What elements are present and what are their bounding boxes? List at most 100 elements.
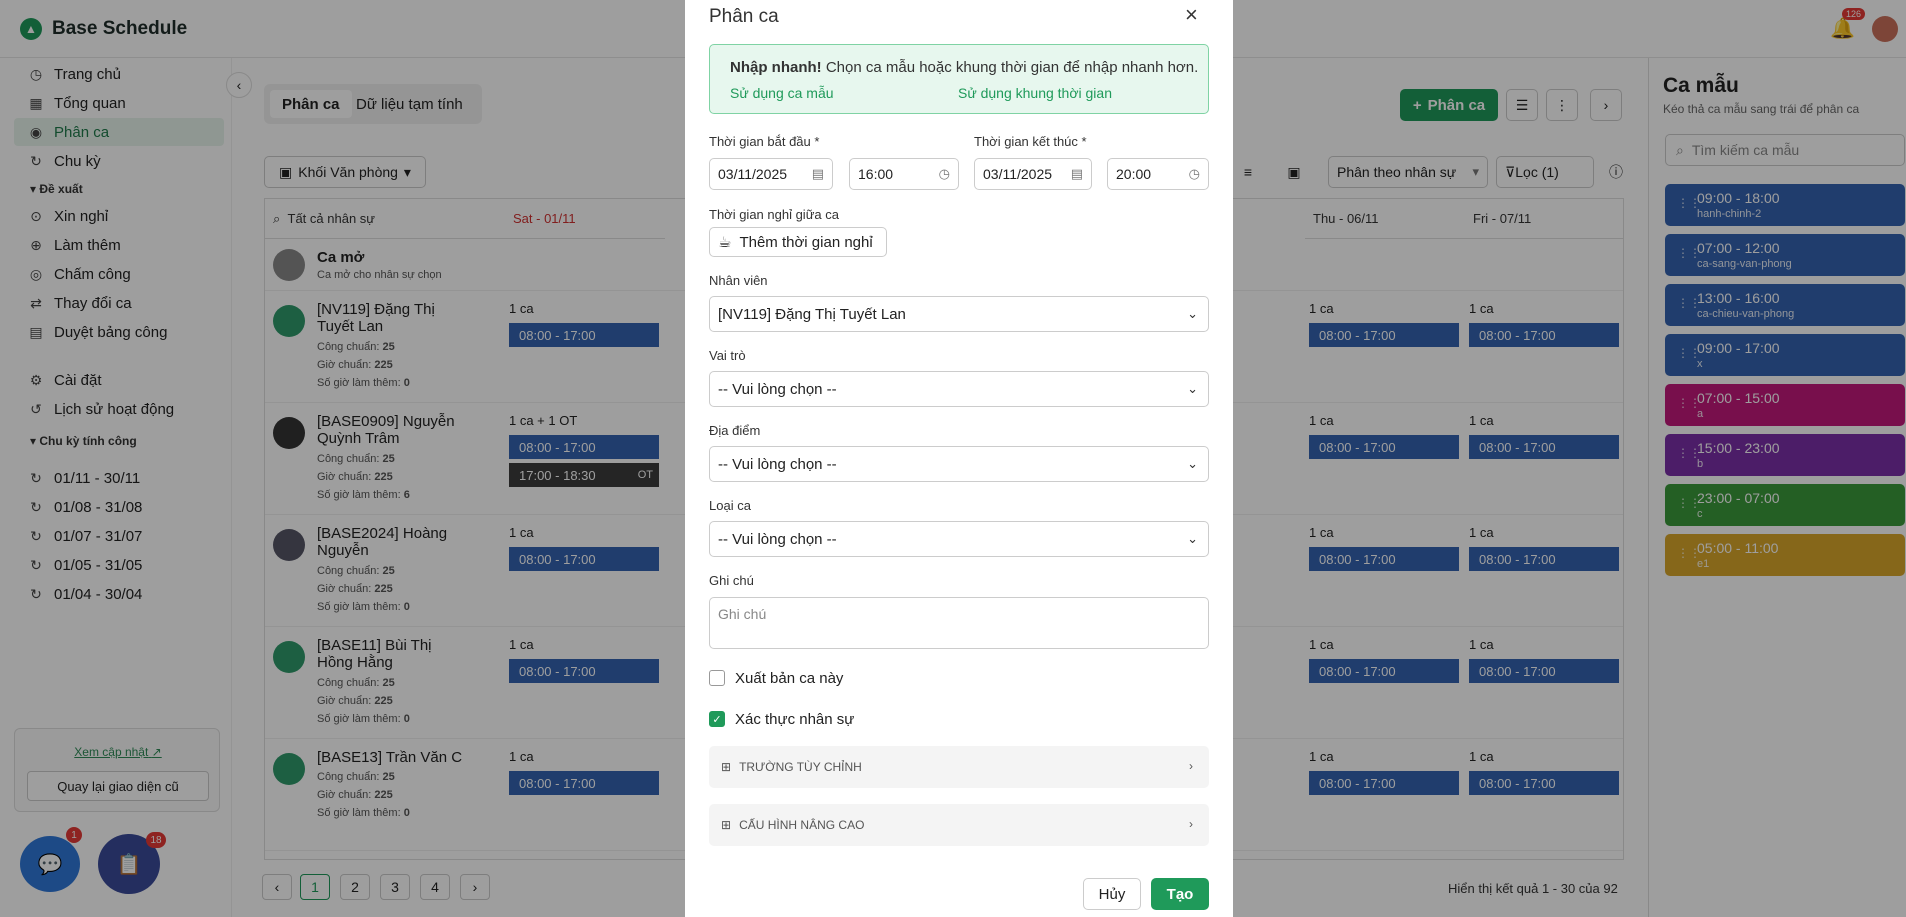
filter-button[interactable]: ⊽ Lọc (1) bbox=[1496, 156, 1594, 188]
note-textarea[interactable]: Ghi chú bbox=[709, 597, 1209, 649]
office-filter[interactable]: ▣ Khối Văn phòng ▾ bbox=[264, 156, 426, 188]
template-item[interactable]: ⋮⋮ 07:00 - 15:00 a bbox=[1665, 384, 1905, 426]
employee-name[interactable]: [BASE13] Trần Văn C bbox=[317, 749, 467, 766]
cycle-item[interactable]: ↻ 01/05 - 31/05 bbox=[14, 551, 224, 579]
cycle-item[interactable]: ↻ 01/07 - 31/07 bbox=[14, 522, 224, 550]
shift-block[interactable]: 08:00 - 17:00 bbox=[509, 547, 659, 571]
location-select[interactable]: -- Vui lòng chọn -- ⌄ bbox=[709, 446, 1209, 482]
verify-checkbox[interactable]: ✓ bbox=[709, 711, 725, 727]
user-avatar[interactable] bbox=[1872, 16, 1898, 42]
add-break-button[interactable]: ☕ Thêm thời gian nghỉ bbox=[709, 227, 887, 257]
sidebar-item-cycle[interactable]: ↻ Chu kỳ bbox=[14, 147, 224, 175]
template-item[interactable]: ⋮⋮ 13:00 - 16:00 ca-chieu-van-phong bbox=[1665, 284, 1905, 326]
custom-fields-accordion[interactable]: ⊞ TRƯỜNG TÙY CHỈNH › bbox=[709, 746, 1209, 788]
employee-name[interactable]: [BASE2024] Hoàng Nguyễn bbox=[317, 525, 467, 559]
shift-block[interactable]: 08:00 - 17:00 bbox=[1309, 547, 1459, 571]
employee-name[interactable]: [BASE11] Bùi Thị Hồng Hằng bbox=[317, 637, 467, 671]
employee-name[interactable]: [NV119] Đặng Thị Tuyết Lan bbox=[317, 301, 467, 335]
tab-shift[interactable]: Phân ca bbox=[270, 90, 352, 118]
section-propose[interactable]: ▾ Đề xuất bbox=[30, 182, 83, 196]
page-3[interactable]: 3 bbox=[380, 874, 410, 900]
calendar-icon: ▣ bbox=[1287, 163, 1301, 180]
shift-block[interactable]: 08:00 - 17:00 bbox=[509, 435, 659, 459]
template-item[interactable]: ⋮⋮ 09:00 - 17:00 x bbox=[1665, 334, 1905, 376]
cycle-item[interactable]: ↻ 01/04 - 30/04 bbox=[14, 580, 224, 608]
page-4[interactable]: 4 bbox=[420, 874, 450, 900]
shift-block[interactable]: 08:00 - 17:00 bbox=[509, 771, 659, 795]
cycle-item[interactable]: ↻ 01/11 - 30/11 bbox=[14, 464, 224, 492]
sidebar-item-home[interactable]: ◷ Trang chủ bbox=[14, 60, 224, 88]
shift-block[interactable]: 08:00 - 17:00 bbox=[1469, 547, 1619, 571]
shift-block[interactable]: 08:00 - 17:00 bbox=[1309, 435, 1459, 459]
group-by-select[interactable]: Phân theo nhân sự ▾ bbox=[1328, 156, 1488, 188]
template-item[interactable]: ⋮⋮ 07:00 - 12:00 ca-sang-van-phong bbox=[1665, 234, 1905, 276]
chat-button[interactable]: 💬 bbox=[20, 836, 80, 892]
sidebar-item-timekeeping[interactable]: ◎ Chấm công bbox=[14, 260, 224, 288]
header-day-thu[interactable]: Thu - 06/11 bbox=[1305, 199, 1465, 239]
next-page-button[interactable]: › bbox=[460, 874, 490, 900]
next-button[interactable]: › bbox=[1590, 89, 1622, 121]
back-old-ui-button[interactable]: Quay lại giao diện cũ bbox=[27, 771, 209, 801]
template-search-input[interactable]: ⌕ Tìm kiếm ca mẫu bbox=[1665, 134, 1905, 166]
update-link[interactable]: Xem cập nhật ↗ bbox=[15, 745, 221, 759]
shift-block[interactable]: 08:00 - 17:00 bbox=[1309, 771, 1459, 795]
cancel-button[interactable]: Hủy bbox=[1083, 878, 1141, 910]
sidebar-item-approve[interactable]: ▤ Duyệt bảng công bbox=[14, 318, 224, 346]
close-icon[interactable]: × bbox=[1185, 2, 1198, 28]
sidebar-item-shift[interactable]: ◉ Phân ca bbox=[14, 118, 224, 146]
chevron-right-icon: › bbox=[1189, 759, 1193, 773]
employee-meta: Số giờ làm thêm: 0 bbox=[317, 601, 410, 613]
shift-block[interactable]: 08:00 - 17:00 bbox=[509, 323, 659, 347]
publish-checkbox[interactable] bbox=[709, 670, 725, 686]
shift-block[interactable]: 08:00 - 17:00 bbox=[1469, 771, 1619, 795]
more-button[interactable]: ⋮ bbox=[1546, 89, 1578, 121]
ot-shift-block[interactable]: 17:00 - 18:30 OT bbox=[509, 463, 659, 487]
header-day-sat[interactable]: Sat - 01/11 bbox=[505, 199, 665, 239]
sidebar-item-label: Lịch sử hoạt động bbox=[54, 400, 175, 418]
advanced-config-accordion[interactable]: ⊞ CẤU HÌNH NÂNG CAO › bbox=[709, 804, 1209, 846]
page-1[interactable]: 1 bbox=[300, 874, 330, 900]
info-button[interactable]: ⓘ bbox=[1600, 156, 1632, 188]
shift-block[interactable]: 08:00 - 17:00 bbox=[1309, 323, 1459, 347]
template-item[interactable]: ⋮⋮ 05:00 - 11:00 e1 bbox=[1665, 534, 1905, 576]
role-select[interactable]: -- Vui lòng chọn -- ⌄ bbox=[709, 371, 1209, 407]
cycle-item[interactable]: ↻ 01/08 - 31/08 bbox=[14, 493, 224, 521]
shift-type-select[interactable]: -- Vui lòng chọn -- ⌄ bbox=[709, 521, 1209, 557]
add-shift-button[interactable]: + Phân ca bbox=[1400, 89, 1498, 121]
sidebar-item-change-shift[interactable]: ⇄ Thay đổi ca bbox=[14, 289, 224, 317]
app-logo[interactable]: ▲ Base Schedule bbox=[20, 18, 187, 40]
shift-block[interactable]: 08:00 - 17:00 bbox=[1469, 435, 1619, 459]
sidebar-item-settings[interactable]: ⚙ Cài đặt bbox=[14, 366, 224, 394]
section-cycles[interactable]: ▾ Chu kỳ tính công bbox=[30, 434, 137, 448]
use-timeframe-link[interactable]: Sử dụng khung thời gian bbox=[958, 85, 1112, 101]
shift-block[interactable]: 08:00 - 17:00 bbox=[1469, 659, 1619, 683]
use-template-link[interactable]: Sử dụng ca mẫu bbox=[730, 85, 834, 101]
start-time-field[interactable]: 16:00 ◷ bbox=[849, 158, 959, 190]
template-item[interactable]: ⋮⋮ 23:00 - 07:00 c bbox=[1665, 484, 1905, 526]
employee-select[interactable]: [NV119] Đặng Thị Tuyết Lan ⌄ bbox=[709, 296, 1209, 332]
prev-page-button[interactable]: ‹ bbox=[262, 874, 292, 900]
page-2[interactable]: 2 bbox=[340, 874, 370, 900]
template-time: 07:00 - 12:00 bbox=[1697, 240, 1780, 256]
header-day-fri[interactable]: Fri - 07/11 bbox=[1465, 199, 1623, 239]
employee-name[interactable]: [BASE0909] Nguyễn Quỳnh Trâm bbox=[317, 413, 467, 447]
settings-sliders-button[interactable]: ☰ bbox=[1506, 89, 1538, 121]
sort-button[interactable]: ≡ bbox=[1232, 156, 1264, 188]
header-all-staff[interactable]: ⌕ Tất cả nhân sự bbox=[265, 199, 505, 239]
sidebar-item-overview[interactable]: ▦ Tổng quan bbox=[14, 89, 224, 117]
sidebar-item-overtime[interactable]: ⊕ Làm thêm bbox=[14, 231, 224, 259]
end-time-field[interactable]: 20:00 ◷ bbox=[1107, 158, 1209, 190]
end-date-field[interactable]: 03/11/2025 ▤ bbox=[974, 158, 1092, 190]
calendar-button[interactable]: ▣ bbox=[1278, 156, 1310, 188]
create-button[interactable]: Tạo bbox=[1151, 878, 1209, 910]
start-date-field[interactable]: 03/11/2025 ▤ bbox=[709, 158, 833, 190]
tab-estimated-data[interactable]: Dữ liệu tạm tính bbox=[344, 90, 475, 118]
collapse-sidebar-button[interactable]: ‹ bbox=[226, 72, 252, 98]
template-item[interactable]: ⋮⋮ 09:00 - 18:00 hanh-chinh-2 bbox=[1665, 184, 1905, 226]
shift-block[interactable]: 08:00 - 17:00 bbox=[509, 659, 659, 683]
sidebar-item-history[interactable]: ↺ Lịch sử hoạt động bbox=[14, 395, 224, 423]
shift-block[interactable]: 08:00 - 17:00 bbox=[1469, 323, 1619, 347]
template-item[interactable]: ⋮⋮ 15:00 - 23:00 b bbox=[1665, 434, 1905, 476]
sidebar-item-leave[interactable]: ⊙ Xin nghỉ bbox=[14, 202, 224, 230]
shift-block[interactable]: 08:00 - 17:00 bbox=[1309, 659, 1459, 683]
